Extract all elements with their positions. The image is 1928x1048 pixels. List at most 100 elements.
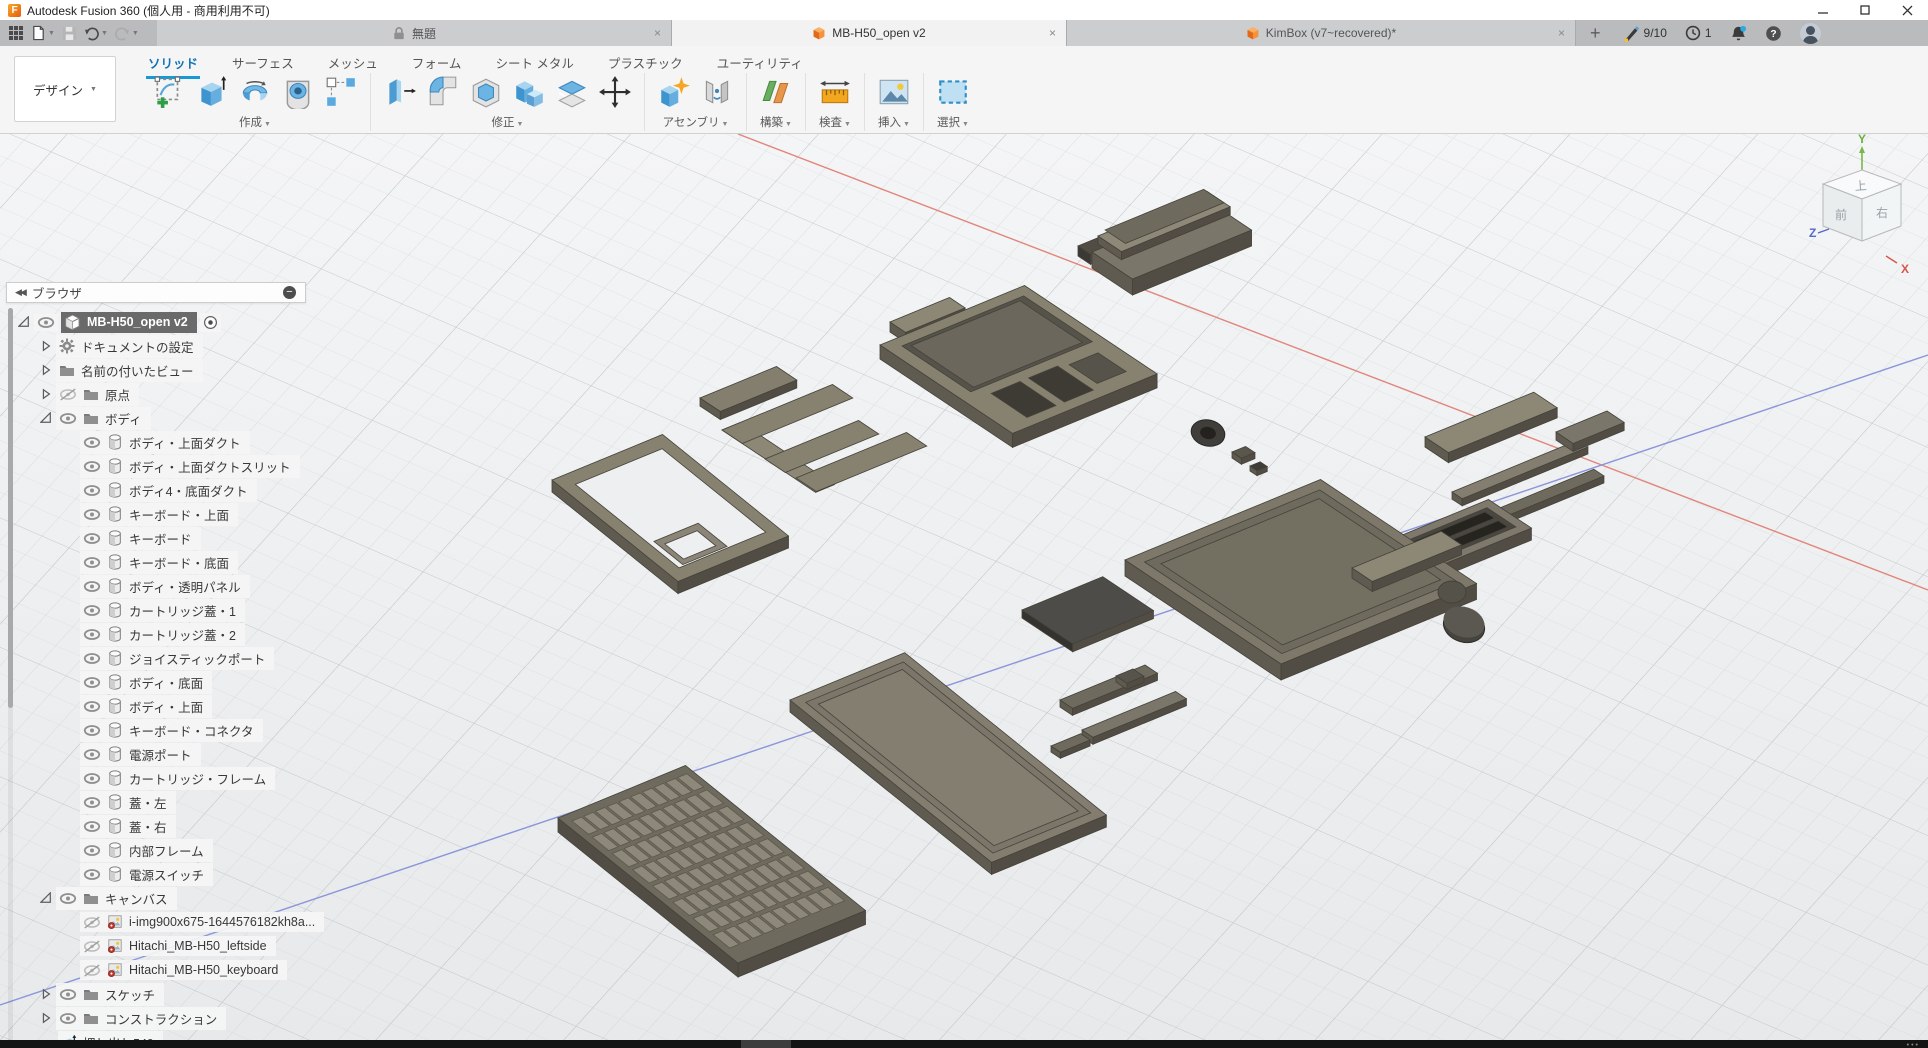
- browser-row[interactable]: ボディ・透明パネル: [0, 574, 340, 598]
- browser-row[interactable]: Hitachi_MB-H50_leftside: [0, 934, 340, 958]
- browser-row[interactable]: キーボード・コネクタ: [0, 718, 340, 742]
- browser-row[interactable]: ボディ・上面ダクトスリット: [0, 454, 340, 478]
- visibility-eye-icon[interactable]: [83, 484, 101, 497]
- maximize-button[interactable]: [1844, 0, 1886, 20]
- tool-group-label[interactable]: 検査▼: [819, 114, 851, 130]
- visibility-eye-icon[interactable]: [83, 508, 101, 521]
- new-document-tab-button[interactable]: +: [1586, 23, 1605, 44]
- browser-row[interactable]: ボディ: [0, 406, 340, 430]
- joint-tool-button[interactable]: [700, 75, 734, 109]
- browser-row[interactable]: カートリッジ蓋・2: [0, 622, 340, 646]
- browser-row[interactable]: カートリッジ蓋・1: [0, 598, 340, 622]
- browser-row[interactable]: i-img900x675-1644576182kh8a...: [0, 910, 340, 934]
- workspace-selector[interactable]: デザイン▼: [14, 56, 116, 122]
- close-button[interactable]: [1886, 0, 1928, 20]
- visibility-eye-icon[interactable]: [83, 652, 101, 665]
- visibility-eye-icon[interactable]: [59, 412, 77, 425]
- browser-row[interactable]: 名前の付いたビュー: [0, 358, 340, 382]
- tool-group-label[interactable]: アセンブリ▼: [663, 114, 729, 130]
- collapse-arrow-icon[interactable]: [18, 316, 30, 328]
- browser-row[interactable]: スケッチ: [0, 982, 340, 1006]
- visibility-eye-icon[interactable]: [83, 700, 101, 713]
- new-component-tool-button[interactable]: [657, 75, 691, 109]
- minimize-button[interactable]: [1802, 0, 1844, 20]
- browser-row[interactable]: 押し出し549: [0, 1030, 340, 1040]
- document-tab[interactable]: 無題×: [157, 20, 672, 46]
- browser-row[interactable]: キーボード・上面: [0, 502, 340, 526]
- visibility-eye-icon[interactable]: [83, 460, 101, 473]
- create-sketch-tool-button[interactable]: [152, 75, 186, 109]
- visibility-eye-icon[interactable]: [83, 748, 101, 761]
- shell-tool-button[interactable]: [469, 75, 503, 109]
- tool-group-label[interactable]: 挿入▼: [878, 114, 910, 130]
- hole-tool-button[interactable]: [281, 75, 315, 109]
- browser-row[interactable]: ボディ・上面: [0, 694, 340, 718]
- undo-button[interactable]: ▼: [84, 26, 108, 41]
- browser-minimize-icon[interactable]: −: [283, 286, 296, 299]
- tab-close-icon[interactable]: ×: [1049, 26, 1056, 40]
- expand-arrow-icon[interactable]: [40, 988, 52, 1000]
- image-tool-button[interactable]: [877, 75, 911, 109]
- visibility-eye-icon[interactable]: [83, 676, 101, 689]
- browser-row[interactable]: 電源ポート: [0, 742, 340, 766]
- user-avatar[interactable]: [1800, 23, 1821, 44]
- expand-arrow-icon[interactable]: [40, 1012, 52, 1024]
- browser-row[interactable]: カートリッジ・フレーム: [0, 766, 340, 790]
- browser-row[interactable]: ジョイスティックポート: [0, 646, 340, 670]
- browser-row[interactable]: 内部フレーム: [0, 838, 340, 862]
- job-status[interactable]: 9/10: [1623, 25, 1667, 42]
- visibility-eye-icon[interactable]: [83, 868, 101, 881]
- visibility-eye-icon[interactable]: [83, 556, 101, 569]
- notifications-bell-icon[interactable]: [1730, 25, 1747, 42]
- visibility-eye-icon[interactable]: [83, 820, 101, 833]
- browser-row[interactable]: ボディ4・底面ダクト: [0, 478, 340, 502]
- visibility-eye-icon[interactable]: [83, 796, 101, 809]
- tool-group-label[interactable]: 選択▼: [937, 114, 969, 130]
- activate-component-radio[interactable]: [203, 315, 218, 330]
- revolve-tool-button[interactable]: [238, 75, 272, 109]
- visibility-eye-icon[interactable]: [59, 388, 77, 401]
- visibility-eye-icon[interactable]: [37, 316, 55, 329]
- tool-group-label[interactable]: 構築▼: [760, 114, 792, 130]
- select-tool-button[interactable]: [936, 75, 970, 109]
- tab-close-icon[interactable]: ×: [654, 26, 661, 40]
- visibility-eye-icon[interactable]: [59, 988, 77, 1001]
- pattern-tool-button[interactable]: [324, 75, 358, 109]
- visibility-eye-icon[interactable]: [83, 940, 101, 953]
- visibility-eye-icon[interactable]: [83, 436, 101, 449]
- collapse-arrow-icon[interactable]: [40, 892, 52, 904]
- browser-row[interactable]: コンストラクション: [0, 1006, 340, 1030]
- tool-group-label[interactable]: 修正▼: [492, 114, 524, 130]
- browser-row[interactable]: ボディ・上面ダクト: [0, 430, 340, 454]
- expand-arrow-icon[interactable]: [40, 364, 52, 376]
- plane-tool-button[interactable]: [759, 75, 793, 109]
- measure-tool-button[interactable]: [818, 75, 852, 109]
- move-tool-button[interactable]: [598, 75, 632, 109]
- browser-row[interactable]: MB-H50_open v2: [0, 310, 340, 334]
- timeline-bar[interactable]: •••: [0, 1040, 1928, 1048]
- save-button[interactable]: [62, 26, 77, 41]
- app-grid-icon[interactable]: [8, 25, 24, 41]
- collapse-arrow-icon[interactable]: [40, 412, 52, 424]
- history-status[interactable]: 1: [1685, 25, 1712, 41]
- browser-row[interactable]: キャンバス: [0, 886, 340, 910]
- browser-row[interactable]: 原点: [0, 382, 340, 406]
- visibility-eye-icon[interactable]: [59, 1012, 77, 1025]
- tool-group-label[interactable]: 作成▼: [239, 114, 271, 130]
- visibility-eye-icon[interactable]: [83, 532, 101, 545]
- visibility-eye-icon[interactable]: [83, 844, 101, 857]
- visibility-eye-icon[interactable]: [83, 580, 101, 593]
- help-icon[interactable]: [1765, 25, 1782, 42]
- browser-row[interactable]: キーボード: [0, 526, 340, 550]
- visibility-eye-icon[interactable]: [83, 772, 101, 785]
- combine-tool-button[interactable]: [512, 75, 546, 109]
- expand-arrow-icon[interactable]: [40, 340, 52, 352]
- extrude-tool-button[interactable]: [195, 75, 229, 109]
- document-tab[interactable]: MB-H50_open v2×: [672, 20, 1067, 46]
- visibility-eye-icon[interactable]: [83, 628, 101, 641]
- offset-tool-button[interactable]: [555, 75, 589, 109]
- browser-row[interactable]: 電源スイッチ: [0, 862, 340, 886]
- browser-row[interactable]: キーボード・底面: [0, 550, 340, 574]
- expand-arrow-icon[interactable]: [40, 388, 52, 400]
- visibility-eye-icon[interactable]: [83, 916, 101, 929]
